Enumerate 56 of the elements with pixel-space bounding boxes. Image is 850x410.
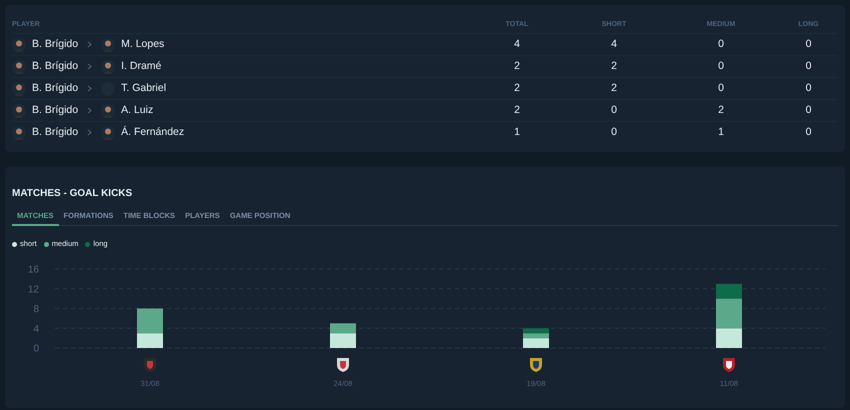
chevron-icon	[87, 107, 92, 114]
table-cell-text: 0	[804, 58, 812, 74]
player-name: B. Brígido	[32, 36, 78, 52]
table-cell-text: 0	[804, 102, 812, 118]
avatar-icon	[101, 60, 116, 74]
table-cell-text: 0	[804, 36, 812, 52]
section-title: MATCHES - GOAL KICKS	[12, 188, 134, 200]
avatar-icon	[12, 38, 26, 52]
table-cell-text: 4	[513, 36, 521, 52]
player-name: I. Dramé	[121, 58, 162, 74]
table-cell-text: 1	[717, 124, 725, 140]
table-cell-text: 4	[610, 36, 618, 52]
avatar-icon	[12, 126, 26, 140]
axis-tick-label: 12	[28, 284, 39, 296]
player-name: M. Lopes	[121, 36, 164, 52]
axis-tick-label: 4	[33, 324, 39, 335]
avatar-icon	[101, 126, 116, 140]
club-crest-icon	[144, 358, 156, 372]
chevron-icon	[87, 129, 92, 136]
club-crest-icon	[723, 358, 735, 372]
table-cell-text: 0	[610, 102, 618, 118]
table-cell-text: 2	[610, 80, 618, 96]
table-cell-text: 1	[513, 124, 521, 140]
table-cell-text: 2	[610, 58, 618, 74]
table-cell-text: 0	[717, 58, 725, 74]
avatar-icon	[12, 82, 26, 96]
chevron-icon	[87, 41, 92, 48]
avatar-icon	[12, 104, 26, 118]
bar-segment	[330, 333, 356, 348]
club-crest-icon	[530, 358, 542, 372]
table-cell-text: 2	[513, 80, 521, 96]
table-cell-text: 2	[513, 58, 521, 74]
player-name: B. Brígido	[32, 58, 78, 74]
chevron-icon	[87, 85, 92, 92]
avatar-icon	[101, 104, 116, 118]
table-cell-text: 0	[610, 124, 618, 140]
axis-tick-label: 8	[33, 304, 39, 315]
player-name: B. Brígido	[32, 102, 78, 118]
club-crest-icon	[337, 358, 349, 372]
axis-tick-label: 16	[28, 264, 39, 276]
avatar-icon	[101, 38, 116, 52]
player-name: T. Gabriel	[121, 80, 166, 96]
bar-segment	[330, 323, 356, 334]
table-cell-text: 0	[717, 36, 725, 52]
player-name: A. Luiz	[121, 102, 154, 118]
axis-tick-label: 0	[33, 344, 39, 354]
table-cell-text: 0	[804, 80, 812, 96]
chevron-icon	[87, 63, 92, 70]
player-name: B. Brígido	[32, 124, 78, 140]
player-name: B. Brígido	[32, 80, 78, 96]
avatar-icon	[12, 60, 26, 74]
table-cell-text: 2	[717, 102, 725, 118]
table-cell-text: 2	[513, 102, 521, 118]
table-cell-text: 0	[804, 124, 812, 140]
player-name: Á. Fernández	[121, 124, 184, 140]
table-cell-text: 0	[717, 80, 725, 96]
